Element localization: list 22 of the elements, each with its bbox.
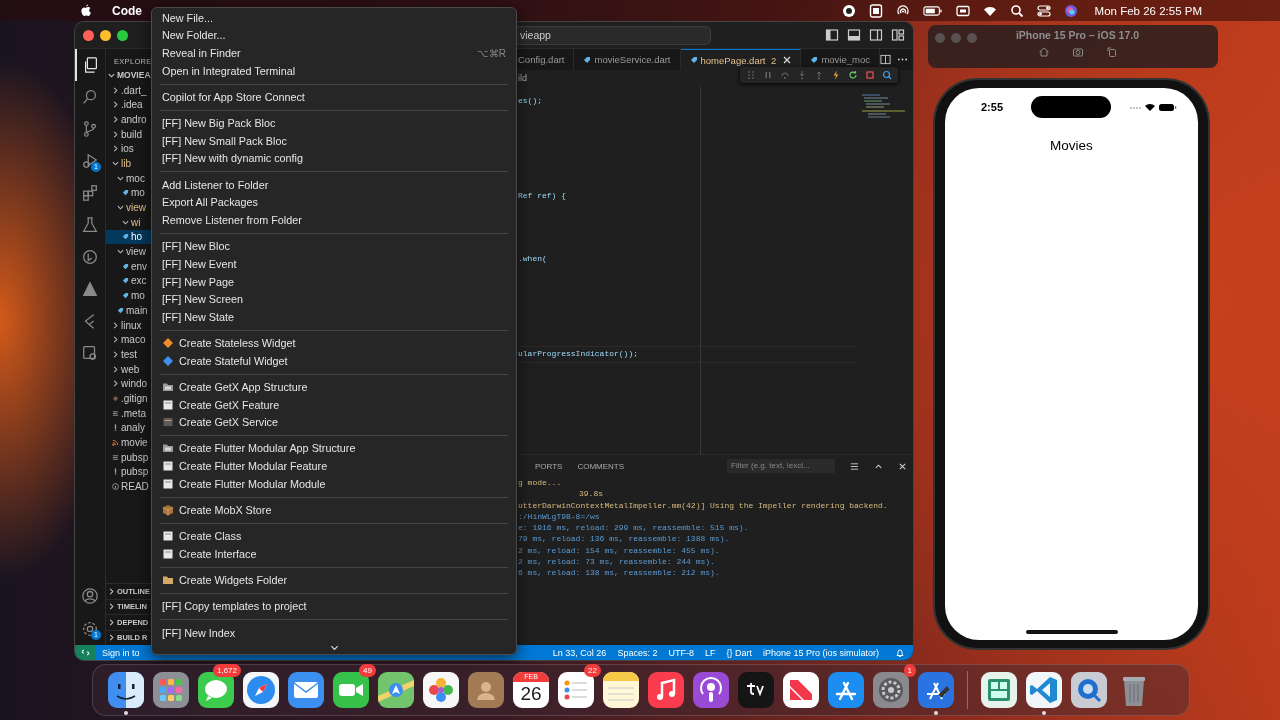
notification-badge: 1,672	[212, 664, 241, 677]
output-line: 6 ms, reload: 138 ms, reassemble: 212 ms).	[517, 567, 721, 579]
output-line: 2 ms, reload: 154 ms, reassemble: 455 ms).	[517, 544, 721, 557]
code-line: es();	[518, 95, 542, 107]
calendar-day: 26	[520, 682, 542, 706]
code-line: ularProgressIndicator());	[518, 347, 639, 360]
output-line: g mode...	[517, 477, 563, 489]
window-title: iPhone 15 Pro – iOS 17.0	[1015, 29, 1140, 41]
output-line: 39.8s	[578, 488, 604, 500]
output-line: e: 1916 ms, reload: 299 ms, reassemble: 515 ms).	[517, 522, 750, 534]
code-line: .when(	[518, 253, 547, 265]
shortcut-label: ⌥⌘R	[476, 47, 506, 59]
notification-badge: 49	[359, 664, 376, 677]
notification-badge: 1	[903, 664, 916, 677]
code-line: Ref ref) {	[518, 189, 566, 202]
notification-badge: 22	[584, 664, 601, 677]
output-line: 2 ms, reload: 73 ms, reassemble: 244 ms).	[517, 556, 716, 568]
screen-title: Movies	[1050, 138, 1093, 153]
output-line: utterDarwinContextMetalImpeller.mm(42)] Using the Impeller rendering backend.	[517, 499, 889, 511]
status-time: 2:55	[980, 101, 1004, 113]
output-line: 79 ms, reload: 136 ms, reassemble: 1388 ms).	[517, 533, 731, 545]
output-line: :/HinWLgT9B-8=/ws	[517, 510, 601, 523]
